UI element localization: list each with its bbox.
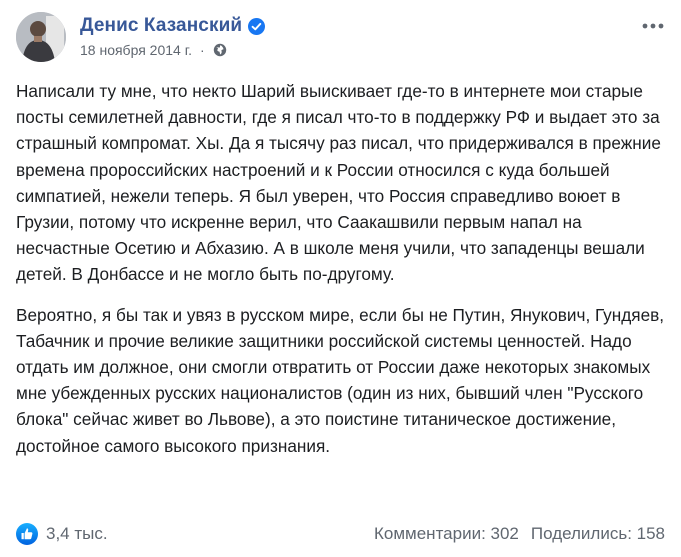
author-row: Денис Казанский: [80, 14, 266, 38]
reactions-summary[interactable]: 3,4 тыс.: [16, 523, 108, 545]
author-name[interactable]: Денис Казанский: [80, 15, 242, 37]
facebook-post: Денис Казанский 18 ноября 2014 г. · Напи…: [0, 0, 681, 557]
shares-count-link[interactable]: Поделились: 158: [531, 524, 665, 544]
reactions-count: 3,4 тыс.: [46, 524, 108, 543]
comments-count-link[interactable]: Комментарии: 302: [374, 524, 519, 544]
meta-separator: ·: [200, 42, 205, 58]
post-meta: 18 ноября 2014 г. ·: [80, 42, 227, 58]
verified-badge-icon: [248, 17, 266, 35]
globe-icon[interactable]: [213, 43, 227, 57]
engagement-stats: Комментарии: 302 Поделились: 158: [374, 524, 665, 544]
post-header: Денис Казанский 18 ноября 2014 г. ·: [16, 12, 665, 64]
post-footer: 3,4 тыс. Комментарии: 302 Поделились: 15…: [16, 520, 665, 548]
avatar-photo: [16, 12, 66, 62]
more-options-icon[interactable]: [641, 16, 665, 36]
post-date[interactable]: 18 ноября 2014 г.: [80, 42, 192, 58]
post-paragraph: Вероятно, я бы так и увяз в русском мире…: [16, 304, 665, 456]
like-reaction-icon: [16, 523, 38, 545]
author-avatar[interactable]: [16, 12, 66, 62]
post-paragraph: Написали ту мне, что некто Шарий выискив…: [16, 81, 661, 285]
post-body: Написали ту мне, что некто Шарий выискив…: [16, 78, 666, 473]
